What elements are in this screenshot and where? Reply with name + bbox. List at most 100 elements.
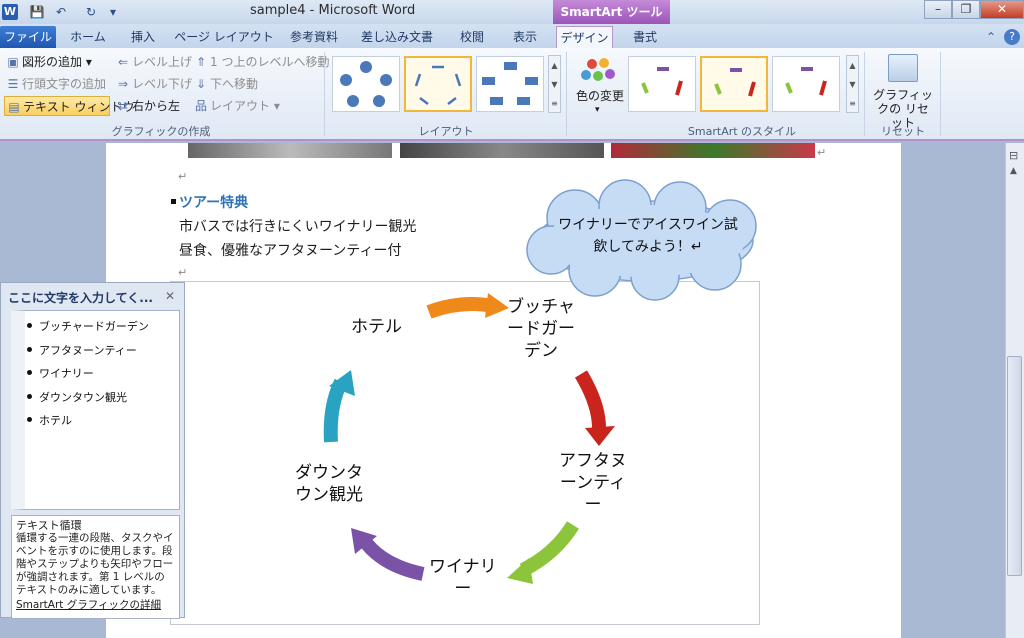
style-cycle-icon [714, 68, 756, 97]
photo-downtown [400, 143, 604, 158]
list-item[interactable]: アフタヌーンティー [27, 342, 137, 358]
scroll-up-icon[interactable]: ▲ [1010, 166, 1017, 176]
ruler-toggle-icon[interactable]: ⊟ [1009, 149, 1018, 162]
node-winery[interactable]: ワイナリ ー [429, 556, 497, 600]
doc-heading[interactable]: ツアー特典 [179, 192, 248, 212]
ribbon-tabs: ファイル ホーム 挿入 ページ レイアウト 参考資料 差し込み文書 校閲 表示 … [0, 24, 1024, 72]
save-icon[interactable]: 💾 [28, 3, 46, 21]
text-pane-list[interactable]: ブッチャードガーデン アフタヌーンティー ワイナリー ダウンタウン観光 ホテル [11, 310, 180, 510]
shape-icon: ▣ [7, 55, 19, 69]
minimize-ribbon-icon[interactable]: ⌃ [982, 26, 1000, 48]
arrow-purple[interactable] [361, 539, 425, 581]
divider [324, 52, 325, 136]
text-pane-icon: ▤ [8, 100, 20, 114]
layout-block-cycle[interactable] [476, 56, 544, 112]
layout-basic-cycle[interactable] [332, 56, 400, 112]
list-item[interactable]: ダウンタウン観光 [27, 389, 127, 405]
smartart-details-link[interactable]: SmartArt グラフィックの詳細 [16, 599, 175, 612]
add-bullet-button[interactable]: ☰ 行頭文字の追加 [6, 74, 106, 94]
move-down-button[interactable]: ⇓ 下へ移動 [194, 74, 258, 94]
tab-review[interactable]: 校閲 [447, 26, 497, 48]
word-app-icon[interactable]: W [2, 4, 18, 20]
cycle-layout-icon [340, 61, 392, 107]
node-line: ダウンタ [295, 463, 363, 483]
smartart-frame[interactable]: ホテル ブッチャ ードガー デン アフタヌ ーンティ ー ワイナリ ー ダウンタ… [170, 281, 760, 625]
style-gallery-scroll[interactable]: ▲ ▼ ≡ [846, 55, 859, 113]
doc-line-2[interactable]: 昼食、優雅なアフタヌーンティー付 [179, 240, 401, 260]
node-line: ー [584, 495, 602, 515]
divider [566, 52, 567, 136]
smartart-text-pane[interactable]: ここに文字を入力してく... ✕ ブッチャードガーデン アフタヌーンティー ワイ… [0, 282, 185, 619]
help-icon[interactable]: ? [1004, 29, 1020, 45]
node-butchart-garden[interactable]: ブッチャ ードガー デン [507, 296, 575, 362]
layout-text-cycle[interactable] [404, 56, 472, 112]
node-hotel[interactable]: ホテル [351, 316, 402, 338]
tab-view[interactable]: 表示 [500, 26, 550, 48]
node-afternoon-tea[interactable]: アフタヌ ーンティ ー [559, 450, 627, 516]
tab-design[interactable]: デザイン [556, 26, 613, 48]
tab-format[interactable]: 書式 [617, 26, 673, 48]
node-line: ー [454, 579, 472, 599]
move-up-button[interactable]: ⇑ 1 つ上のレベルへ移動 [194, 52, 329, 72]
customize-qat-icon[interactable]: ▾ [104, 3, 122, 21]
tab-mailings[interactable]: 差し込み文書 [352, 26, 442, 48]
smartart-tools-label: SmartArt ツール [553, 0, 670, 24]
create-graphic-group-label: グラフィックの作成 [111, 125, 211, 138]
reset-graphic-icon [888, 54, 918, 82]
minimize-button[interactable]: – [924, 0, 952, 19]
arrow-orange-head [485, 293, 509, 318]
styles-group-label: SmartArt のスタイル [687, 125, 797, 138]
arrow-teal[interactable] [323, 378, 348, 443]
add-shape-label: 図形の追加 [22, 55, 83, 69]
promote-label: レベル上げ [132, 55, 193, 69]
palette-icon [578, 56, 622, 86]
scrollbar-thumb[interactable] [1007, 356, 1022, 576]
list-item[interactable]: ブッチャードガーデン [27, 318, 149, 334]
move-up-label: 1 つ上のレベルへ移動 [210, 55, 330, 69]
text-pane-title: ここに文字を入力してく... [8, 291, 153, 305]
tab-references[interactable]: 参考資料 [280, 26, 348, 48]
photo-garden [188, 143, 392, 158]
list-item[interactable]: ワイナリー [27, 365, 94, 381]
change-colors-button[interactable]: 色の変更 [576, 86, 624, 106]
right-to-left-button[interactable]: ⇄ 右から左 [116, 96, 180, 116]
tab-insert[interactable]: 挿入 [118, 26, 168, 48]
style-simple[interactable] [628, 56, 696, 112]
style-3d[interactable] [772, 56, 840, 112]
close-icon[interactable]: ✕ [165, 289, 175, 303]
arrow-down-icon: ⇓ [195, 77, 207, 91]
swap-icon: ⇄ [117, 99, 129, 113]
tab-file[interactable]: ファイル [0, 26, 56, 48]
move-down-label: 下へ移動 [210, 77, 259, 91]
arrow-green-head [507, 558, 533, 584]
arrow-red[interactable] [574, 370, 606, 429]
style-cycle-icon [785, 67, 827, 96]
reset-graphic-button[interactable]: グラフィックの リセット [872, 88, 934, 130]
undo-icon[interactable]: ↶ [52, 3, 70, 21]
text-pane-button[interactable]: ▤ テキスト ウィンドウ [4, 96, 134, 116]
layout-gallery-scroll[interactable]: ▲ ▼ ≡ [548, 55, 561, 113]
divider [864, 52, 865, 136]
arrow-green[interactable] [519, 521, 579, 577]
demote-button[interactable]: ⇒ レベル下げ [116, 74, 192, 94]
layout-button[interactable]: 品レイアウト ▾ [194, 96, 280, 116]
cloud-text[interactable]: ワイナリーでアイスワイン試飲してみよう！↵ [553, 214, 743, 258]
list-item[interactable]: ホテル [27, 412, 72, 428]
add-shape-button[interactable]: ▣ 図形の追加 ▾ [6, 52, 92, 72]
arrow-orange[interactable] [426, 297, 495, 319]
demote-label: レベル下げ [132, 77, 193, 91]
node-line: デン [524, 341, 558, 361]
reset-group-label: リセット [881, 125, 925, 138]
tab-home[interactable]: ホーム [62, 26, 114, 48]
restore-button[interactable]: ❐ [952, 0, 980, 19]
promote-button[interactable]: ⇐ レベル上げ [116, 52, 192, 72]
node-downtown[interactable]: ダウンタ ウン観光 [295, 462, 363, 506]
node-line: ードガー [507, 319, 575, 339]
style-selected[interactable] [700, 56, 768, 112]
bullet-icon: ☰ [7, 77, 19, 91]
redo-icon[interactable]: ↻ [82, 3, 100, 21]
arrow-right-icon: ⇒ [117, 77, 129, 91]
close-button[interactable]: ✕ [980, 0, 1024, 19]
tab-page-layout[interactable]: ページ レイアウト [173, 26, 275, 48]
doc-line-1[interactable]: 市バスでは行きにくいワイナリー観光 [179, 216, 416, 236]
